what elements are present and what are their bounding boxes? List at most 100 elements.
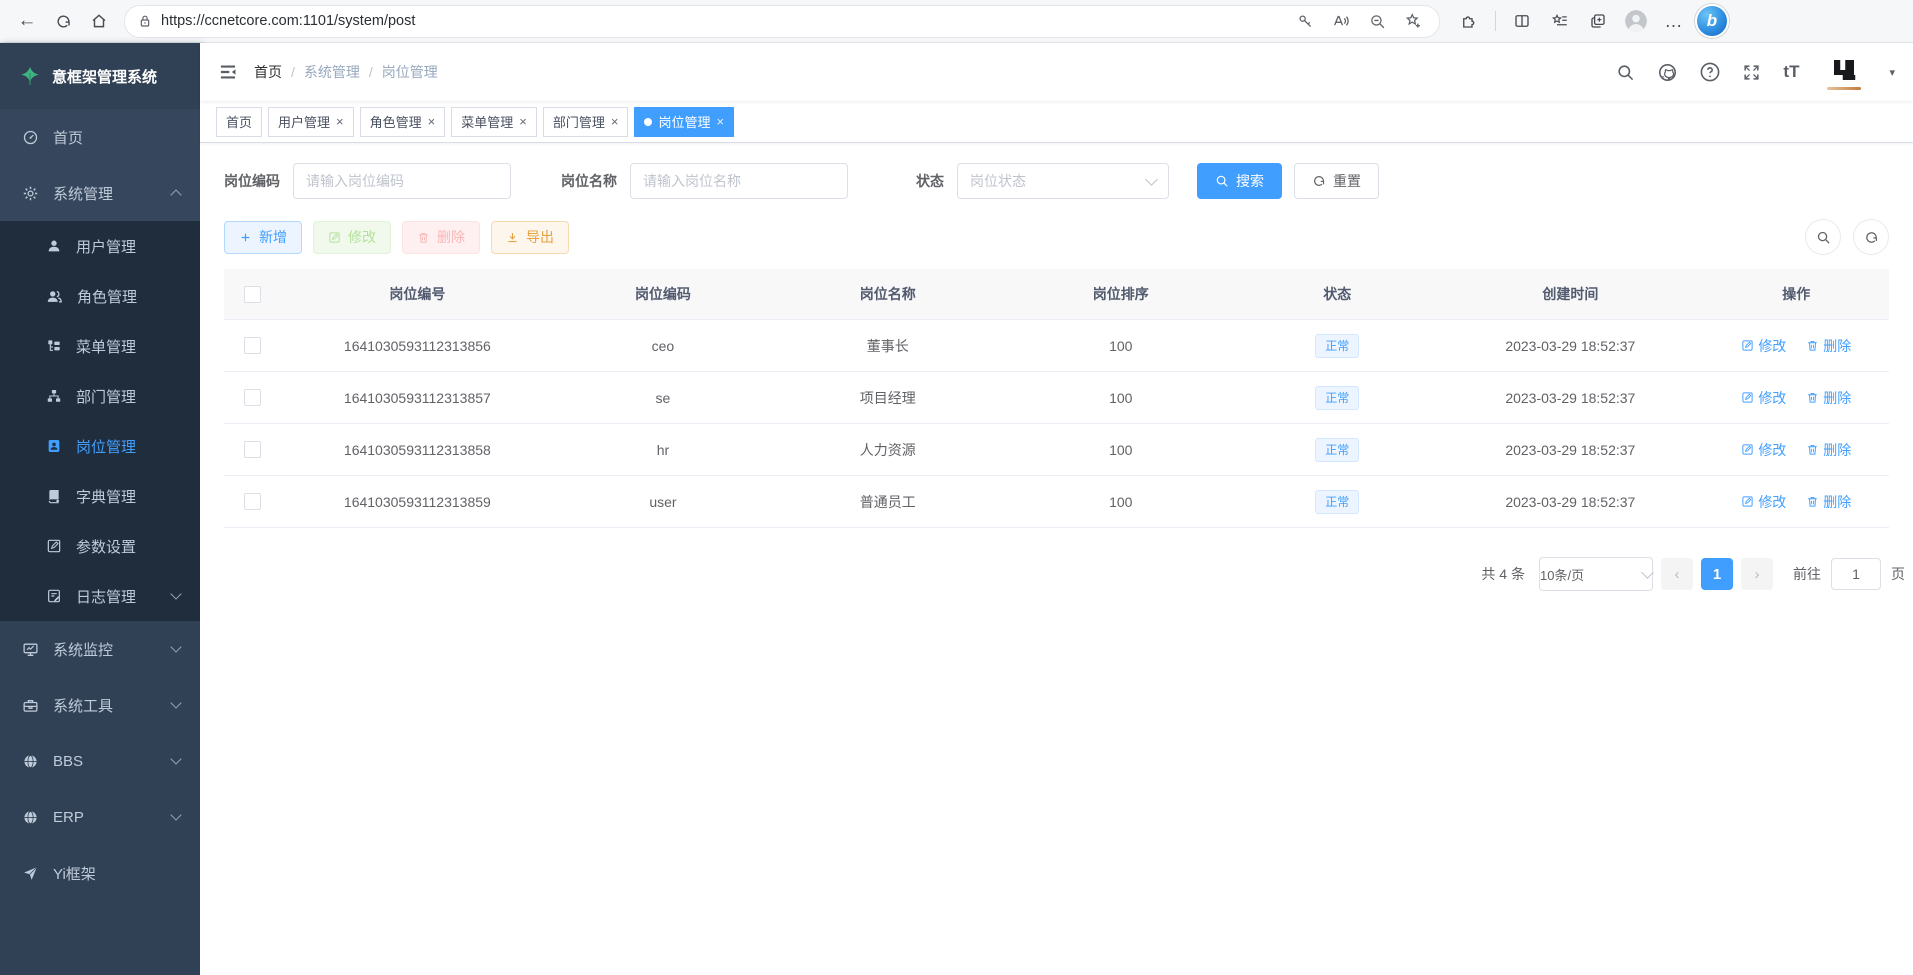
row-checkbox[interactable]	[244, 493, 261, 510]
sidebar-item-menu-management[interactable]: 菜单管理	[0, 321, 200, 371]
tab-menu-management[interactable]: 菜单管理×	[451, 107, 537, 137]
fullscreen-icon[interactable]	[1742, 63, 1761, 82]
delete-button[interactable]: 删除	[402, 221, 480, 254]
prev-page-button[interactable]: ‹	[1661, 558, 1693, 590]
add-button[interactable]: 新增	[224, 221, 302, 254]
favorites-button[interactable]	[1543, 4, 1577, 38]
row-checkbox[interactable]	[244, 389, 261, 406]
sidebar-item-parameter-settings[interactable]: 参数设置	[0, 521, 200, 571]
tab-department-management[interactable]: 部门管理×	[543, 107, 629, 137]
sidebar-item-label: 菜单管理	[76, 336, 136, 357]
select-all-checkbox[interactable]	[244, 286, 261, 303]
row-edit-link[interactable]: 修改	[1741, 388, 1786, 408]
help-icon[interactable]	[1700, 62, 1720, 82]
cell-post-id: 1641030593112313857	[280, 372, 555, 424]
sidebar-item-role-management[interactable]: 角色管理	[0, 271, 200, 321]
split-screen-button[interactable]	[1505, 4, 1539, 38]
sidebar-item-log-management[interactable]: 日志管理	[0, 571, 200, 621]
breadcrumb-home[interactable]: 首页	[254, 62, 282, 82]
edit-icon	[1741, 495, 1754, 508]
add-favorite-button[interactable]	[1399, 7, 1427, 35]
table-row[interactable]: 1641030593112313859 user 普通员工 100 正常 202…	[224, 476, 1889, 528]
sidebar-item-system-monitor[interactable]: 系统监控	[0, 621, 200, 677]
close-icon[interactable]: ×	[336, 115, 344, 128]
bing-chat-button[interactable]: b	[1695, 4, 1729, 38]
breadcrumb: 首页 / 系统管理 / 岗位管理	[254, 62, 438, 82]
read-aloud-button[interactable]	[1327, 7, 1355, 35]
tab-home[interactable]: 首页	[216, 107, 262, 137]
sidebar-item-system-management[interactable]: 系统管理	[0, 165, 200, 221]
goto-page-input[interactable]	[1831, 558, 1881, 590]
navbar: 首页 / 系统管理 / 岗位管理 tT ▾	[200, 43, 1913, 101]
sidebar-item-erp[interactable]: ERP	[0, 789, 200, 845]
header-search-icon[interactable]	[1616, 63, 1635, 82]
table-header-row: 岗位编号 岗位编码 岗位名称 岗位排序 状态 创建时间 操作	[224, 269, 1889, 320]
browser-back-button[interactable]: ←	[10, 4, 44, 38]
row-checkbox[interactable]	[244, 337, 261, 354]
table-row[interactable]: 1641030593112313856 ceo 董事长 100 正常 2023-…	[224, 320, 1889, 372]
page-unit-label: 页	[1891, 564, 1905, 584]
post-code-input[interactable]	[293, 163, 511, 199]
gear-icon	[22, 185, 39, 202]
github-icon[interactable]	[1657, 62, 1678, 83]
row-edit-link[interactable]: 修改	[1741, 492, 1786, 512]
edit-button[interactable]: 修改	[313, 221, 391, 254]
extensions-button[interactable]	[1452, 4, 1486, 38]
refresh-icon	[1864, 230, 1879, 245]
app-logo[interactable]: 意框架管理系统	[0, 43, 200, 109]
sidebar-item-department-management[interactable]: 部门管理	[0, 371, 200, 421]
close-icon[interactable]: ×	[611, 115, 619, 128]
sidebar-item-label: ERP	[53, 809, 84, 826]
user-avatar[interactable]	[1827, 55, 1861, 90]
page-size-value: 10条/页	[1540, 565, 1584, 584]
cell-post-sort: 100	[1004, 372, 1237, 424]
table-row[interactable]: 1641030593112313858 hr 人力资源 100 正常 2023-…	[224, 424, 1889, 476]
caret-down-icon[interactable]: ▾	[1889, 66, 1895, 79]
sidebar-item-yi-framework[interactable]: Yi框架	[0, 845, 200, 901]
post-name-input[interactable]	[630, 163, 848, 199]
browser-home-button[interactable]	[82, 4, 116, 38]
refresh-table-button[interactable]	[1853, 219, 1889, 255]
sidebar-item-home[interactable]: 首页	[0, 109, 200, 165]
search-button[interactable]: 搜索	[1197, 163, 1282, 199]
close-icon[interactable]: ×	[716, 115, 724, 128]
row-delete-link[interactable]: 删除	[1806, 336, 1851, 356]
browser-menu-button[interactable]: …	[1657, 4, 1691, 38]
collections-button[interactable]	[1581, 4, 1615, 38]
font-size-icon[interactable]: tT	[1783, 62, 1799, 82]
sidebar-item-user-management[interactable]: 用户管理	[0, 221, 200, 271]
close-icon[interactable]: ×	[428, 115, 436, 128]
url-text[interactable]: https://ccnetcore.com:1101/system/post	[161, 13, 1283, 29]
close-icon[interactable]: ×	[519, 115, 527, 128]
tab-post-management[interactable]: 岗位管理×	[634, 107, 734, 137]
sidebar-item-label: 首页	[53, 127, 83, 148]
sidebar-collapse-button[interactable]	[218, 62, 238, 82]
next-page-button[interactable]: ›	[1741, 558, 1773, 590]
tab-role-management[interactable]: 角色管理×	[360, 107, 446, 137]
page-number-button[interactable]: 1	[1701, 558, 1733, 590]
table-row[interactable]: 1641030593112313857 se 项目经理 100 正常 2023-…	[224, 372, 1889, 424]
reset-button[interactable]: 重置	[1294, 163, 1379, 199]
sidebar-item-dictionary-management[interactable]: 字典管理	[0, 471, 200, 521]
tab-user-management[interactable]: 用户管理×	[268, 107, 354, 137]
download-icon	[506, 231, 519, 244]
row-checkbox[interactable]	[244, 441, 261, 458]
profile-button[interactable]	[1619, 4, 1653, 38]
address-bar[interactable]: https://ccnetcore.com:1101/system/post	[124, 5, 1440, 38]
sidebar-item-bbs[interactable]: BBS	[0, 733, 200, 789]
sidebar-item-system-tools[interactable]: 系统工具	[0, 677, 200, 733]
toggle-search-button[interactable]	[1805, 219, 1841, 255]
row-edit-link[interactable]: 修改	[1741, 336, 1786, 356]
sidebar-item-post-management[interactable]: 岗位管理	[0, 421, 200, 471]
row-delete-link[interactable]: 删除	[1806, 440, 1851, 460]
row-delete-link[interactable]: 删除	[1806, 388, 1851, 408]
row-delete-link[interactable]: 删除	[1806, 492, 1851, 512]
page-size-select[interactable]: 10条/页	[1539, 557, 1653, 591]
search-button-label: 搜索	[1236, 171, 1264, 191]
row-edit-link[interactable]: 修改	[1741, 440, 1786, 460]
status-select[interactable]: 岗位状态	[957, 163, 1169, 199]
password-key-button[interactable]	[1291, 7, 1319, 35]
browser-refresh-button[interactable]	[46, 4, 80, 38]
zoom-button[interactable]	[1363, 7, 1391, 35]
export-button[interactable]: 导出	[491, 221, 569, 254]
